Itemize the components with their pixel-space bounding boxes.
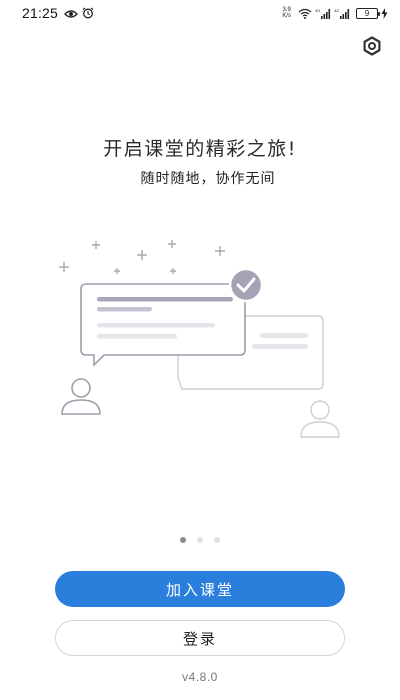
- user-avatar-icon: [300, 400, 340, 438]
- charging-icon: [381, 4, 388, 23]
- page-dot-active: [180, 537, 186, 543]
- battery-icon: 9: [356, 7, 380, 19]
- settings-button[interactable]: [361, 36, 383, 60]
- chat-illustration: [50, 232, 350, 447]
- alarm-icon: [82, 4, 94, 23]
- signal-icon: 4G: [334, 4, 350, 23]
- user-avatar-icon: [61, 378, 101, 415]
- app-version: v4.8.0: [182, 670, 218, 684]
- page-dot: [197, 537, 203, 543]
- status-bar: 21:25 3.9 K/s 4G 4G 9: [0, 0, 400, 26]
- page-indicator: [0, 537, 400, 543]
- svg-text:4G: 4G: [315, 8, 320, 13]
- page-dot: [214, 537, 220, 543]
- signal-icon: 4G: [315, 4, 331, 23]
- page-subtitle: 随时随地，协作无间: [140, 171, 276, 187]
- eye-icon: [64, 4, 78, 23]
- join-class-button[interactable]: 加入课堂: [55, 571, 345, 607]
- gear-icon: [362, 36, 382, 60]
- svg-text:4G: 4G: [334, 8, 339, 13]
- check-badge-icon: [228, 267, 264, 303]
- page-title: 开启课堂的精彩之旅!: [103, 138, 297, 160]
- net-speed: 3.9 K/s: [282, 7, 291, 19]
- sparkle-decorations: [59, 240, 225, 274]
- status-time: 21:25: [22, 5, 59, 21]
- login-button[interactable]: 登录: [55, 620, 345, 656]
- wifi-icon: [298, 4, 312, 23]
